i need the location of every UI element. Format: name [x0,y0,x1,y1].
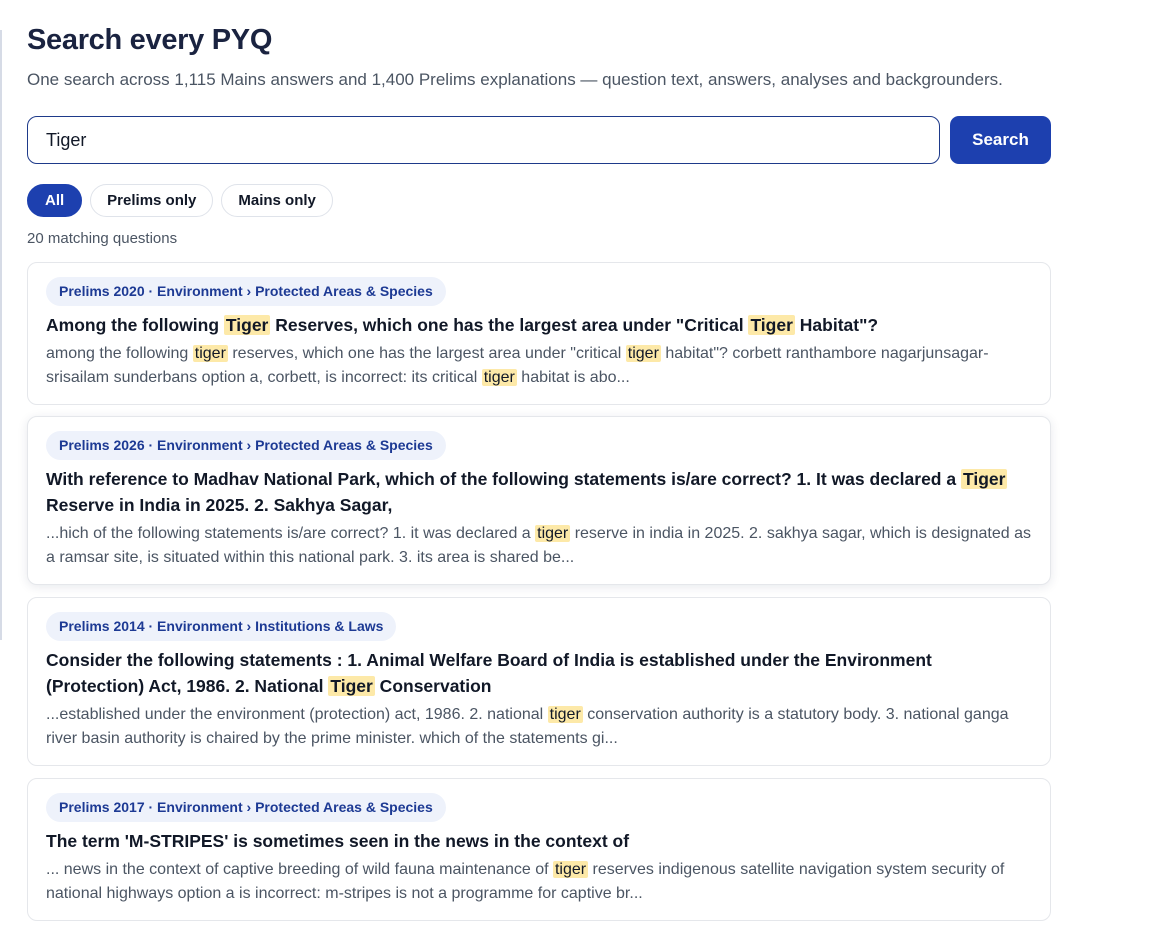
search-term-highlight: tiger [625,345,661,362]
search-term-highlight: tiger [192,345,228,362]
result-tag: Prelims 2020 · Environment › Protected A… [46,277,446,306]
search-bar: Search [27,116,1051,164]
filter-chips: All Prelims only Mains only [27,184,333,217]
search-term-highlight: tiger [535,525,571,542]
result-snippet: ...established under the environment (pr… [46,706,1009,747]
search-term-highlight: Tiger [223,315,271,335]
search-term-highlight: Tiger [960,469,1008,489]
results-count: 20 matching questions [27,230,178,247]
filter-prelims-only[interactable]: Prelims only [90,184,214,217]
result-question[interactable]: Consider the following statements : 1. A… [46,647,1032,699]
search-term-highlight: tiger [552,861,589,878]
result-snippet: ...hich of the following statements is/a… [46,525,1031,566]
result-question[interactable]: The term 'M-STRIPES' is sometimes seen i… [46,828,1032,854]
result-card[interactable]: Prelims 2017 · Environment › Protected A… [27,778,1051,921]
result-tag: Prelims 2026 · Environment › Protected A… [46,431,446,460]
filter-mains-only[interactable]: Mains only [221,184,333,217]
search-term-highlight: tiger [547,706,583,723]
search-button[interactable]: Search [950,116,1051,164]
search-input[interactable] [27,116,940,164]
result-card[interactable]: Prelims 2014 · Environment › Institution… [27,597,1051,766]
result-question[interactable]: With reference to Madhav National Park, … [46,466,1032,518]
result-card[interactable]: Prelims 2020 · Environment › Protected A… [27,262,1051,405]
result-tag: Prelims 2014 · Environment › Institution… [46,612,397,641]
page-title: Search every PYQ [27,24,273,56]
result-tag: Prelims 2017 · Environment › Protected A… [46,793,446,822]
filter-all[interactable]: All [27,184,83,217]
search-term-highlight: tiger [481,369,517,386]
page: Search every PYQ One search across 1,115… [0,0,1150,927]
search-term-highlight: Tiger [328,676,375,696]
page-subtitle: One search across 1,115 Mains answers an… [27,70,1003,89]
left-panel-edge [0,30,2,640]
result-snippet: ... news in the context of captive breed… [46,861,1005,902]
result-question[interactable]: Among the following Tiger Reserves, whic… [46,312,1032,338]
search-term-highlight: Tiger [748,315,795,335]
result-card[interactable]: Prelims 2026 · Environment › Protected A… [27,416,1051,585]
result-snippet: among the following tiger reserves, whic… [46,345,989,386]
